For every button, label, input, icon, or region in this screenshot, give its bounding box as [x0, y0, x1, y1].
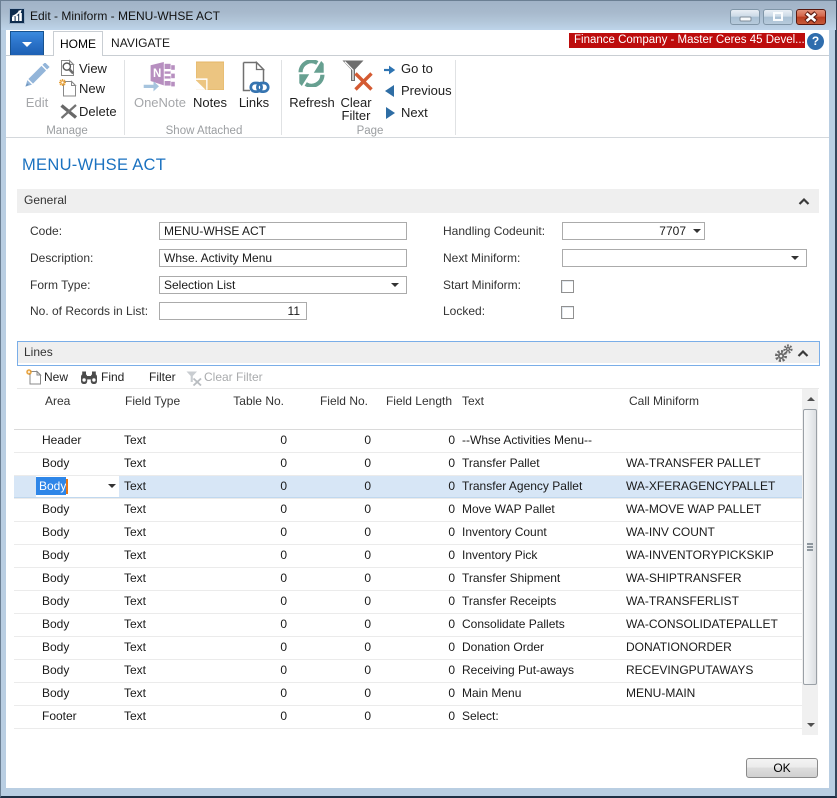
svg-text:N: N: [153, 68, 161, 80]
